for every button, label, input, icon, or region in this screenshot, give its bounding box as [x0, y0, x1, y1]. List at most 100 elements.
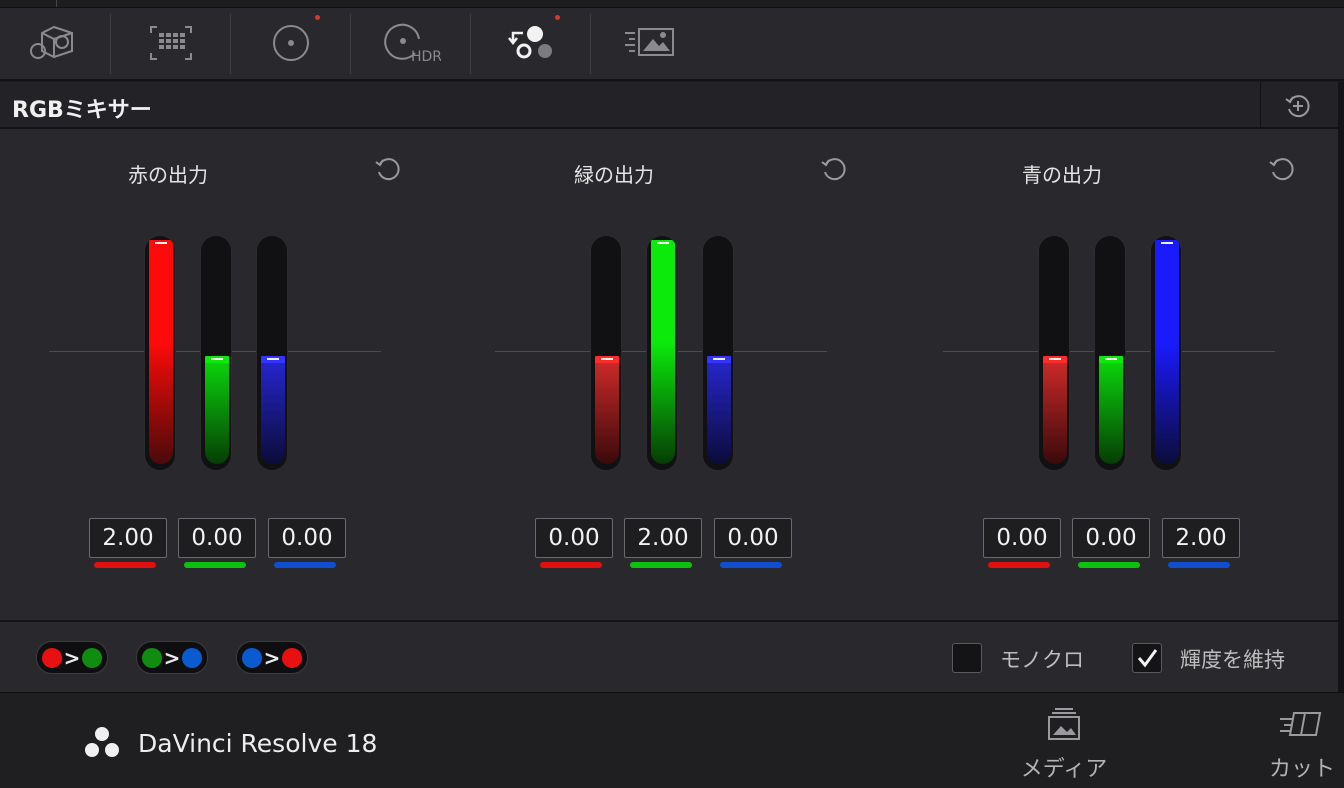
red-dot — [282, 647, 303, 668]
red-value-field[interactable]: 2.00 — [89, 518, 167, 558]
page-cut-label: カット — [1268, 757, 1335, 782]
green-dot — [141, 647, 162, 668]
red-value-field[interactable]: 0.00 — [983, 518, 1061, 558]
slider-fill — [1099, 358, 1123, 464]
strip-divider — [56, 0, 57, 7]
page-cut-button[interactable]: カット — [1242, 693, 1344, 788]
preserve-luminance-checkbox[interactable] — [1132, 643, 1162, 673]
red-value-field[interactable]: 0.00 — [535, 518, 613, 558]
green-value-field[interactable]: 0.00 — [1072, 518, 1150, 558]
slider-handle[interactable] — [1099, 356, 1123, 363]
slider-handle[interactable] — [149, 240, 173, 247]
slider-fill — [1155, 242, 1179, 464]
slider-fill — [149, 242, 173, 464]
blue-slider[interactable] — [702, 235, 734, 471]
hdr-label: HDR — [411, 49, 441, 65]
blue-dot — [241, 647, 262, 668]
blue-slider[interactable] — [256, 235, 288, 471]
red-output-group: 赤の出力 2.00 0.00 0.00 — [49, 129, 489, 620]
red-slider[interactable] — [1038, 235, 1070, 471]
rgb-mixer-panel: 赤の出力 2.00 0.00 0.00 緑の出力 0.00 2.00 0.00 … — [0, 129, 1338, 620]
reset-icon[interactable] — [1268, 155, 1296, 183]
green-value-field[interactable]: 2.00 — [624, 518, 702, 558]
preserve-luminance-label: 輝度を維持 — [1180, 648, 1285, 672]
red-dot — [41, 647, 62, 668]
slider-fill — [261, 358, 285, 464]
green-slider[interactable] — [200, 235, 232, 471]
blue-dot — [182, 647, 203, 668]
hdr-wheels-tool[interactable]: HDR — [351, 8, 471, 78]
davinci-logo-icon — [85, 727, 119, 757]
blue-value-field[interactable]: 0.00 — [268, 518, 346, 558]
color-wheels-icon — [273, 25, 309, 61]
group-title-green: 緑の出力 — [574, 163, 654, 187]
color-match-tool[interactable] — [111, 8, 231, 78]
app-brand: DaVinci Resolve 18 — [138, 729, 378, 758]
palette-title: RGBミキサー — [12, 98, 152, 123]
swap-green-blue-button[interactable]: > — [136, 641, 208, 674]
reset-all-icon[interactable] — [1284, 92, 1312, 120]
slider-fill — [595, 358, 619, 464]
green-dot — [82, 647, 103, 668]
slider-handle[interactable] — [1155, 240, 1179, 247]
palette-header: RGBミキサー — [0, 82, 1344, 129]
slider-handle[interactable] — [707, 356, 731, 363]
green-underline — [630, 562, 692, 568]
media-page-icon — [1048, 708, 1080, 740]
rgb-mixer-tool[interactable] — [471, 8, 591, 78]
rgb-mixer-icon — [508, 26, 552, 59]
blue-underline — [274, 562, 336, 568]
camera-raw-icon — [30, 25, 73, 59]
swap-red-green-button[interactable]: > — [36, 641, 108, 674]
slider-handle[interactable] — [205, 356, 229, 363]
blue-value-field[interactable]: 0.00 — [714, 518, 792, 558]
slider-handle[interactable] — [261, 356, 285, 363]
slider-fill — [707, 358, 731, 464]
blue-value-field[interactable]: 2.00 — [1162, 518, 1240, 558]
panel-edge — [1338, 82, 1344, 692]
swap-arrow: > — [163, 645, 181, 670]
camera-raw-tool[interactable] — [0, 8, 112, 78]
blue-output-group: 青の出力 0.00 0.00 2.00 — [943, 129, 1344, 620]
blue-underline — [1168, 562, 1230, 568]
green-value-field[interactable]: 0.00 — [178, 518, 256, 558]
notification-dot — [555, 15, 560, 20]
red-slider[interactable] — [590, 235, 622, 471]
color-wheels-tool[interactable] — [231, 8, 351, 78]
motion-effects-icon — [625, 28, 674, 56]
red-underline — [540, 562, 602, 568]
color-match-icon — [150, 26, 192, 60]
green-slider[interactable] — [646, 235, 678, 471]
slider-fill — [1043, 358, 1067, 464]
mixer-options-bar: > > > モノクロ 輝度を維持 — [0, 620, 1338, 692]
page-media-button[interactable]: メディア — [1004, 693, 1124, 788]
swap-arrow: > — [63, 645, 81, 670]
palette-toolbar: HDR — [0, 8, 1344, 81]
swap-arrow: > — [263, 645, 281, 670]
reset-icon[interactable] — [374, 155, 402, 183]
slider-handle[interactable] — [1043, 356, 1067, 363]
green-slider[interactable] — [1094, 235, 1126, 471]
red-slider[interactable] — [144, 235, 176, 471]
header-divider — [1260, 82, 1261, 129]
page-media-label: メディア — [1020, 757, 1108, 782]
monochrome-label: モノクロ — [1000, 648, 1084, 672]
motion-effects-tool[interactable] — [591, 8, 711, 78]
cut-page-icon — [1280, 712, 1322, 736]
red-underline — [94, 562, 156, 568]
top-strip — [0, 0, 1344, 8]
group-title-blue: 青の出力 — [1022, 163, 1102, 187]
blue-slider[interactable] — [1150, 235, 1182, 471]
green-output-group: 緑の出力 0.00 2.00 0.00 — [495, 129, 935, 620]
reset-icon[interactable] — [820, 155, 848, 183]
slider-handle[interactable] — [595, 356, 619, 363]
red-underline — [988, 562, 1050, 568]
slider-handle[interactable] — [651, 240, 675, 247]
swap-blue-red-button[interactable]: > — [236, 641, 308, 674]
slider-fill — [205, 358, 229, 464]
monochrome-checkbox[interactable] — [952, 643, 982, 673]
slider-fill — [651, 242, 675, 464]
checkmark-icon — [1137, 649, 1158, 668]
page-bar: DaVinci Resolve 18 メディア カット — [0, 692, 1344, 788]
blue-underline — [720, 562, 782, 568]
